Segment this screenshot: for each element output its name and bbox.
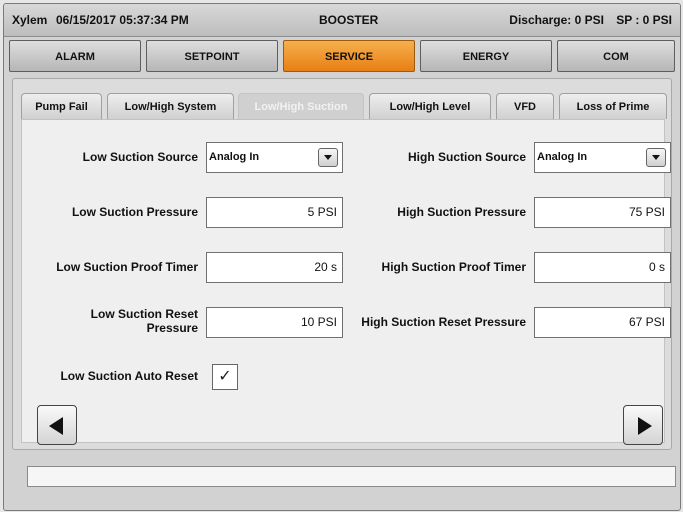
high-suction-source-select[interactable]: Analog In <box>534 142 671 173</box>
discharge-readout: Discharge: 0 PSI <box>509 13 604 27</box>
subtab-loss-of-prime[interactable]: Loss of Prime <box>559 93 667 119</box>
high-suction-proof-timer-label: High Suction Proof Timer <box>381 260 526 274</box>
high-suction-reset-pressure-label: High Suction Reset Pressure <box>361 315 526 329</box>
datetime-label: 06/15/2017 05:37:34 PM <box>56 13 189 27</box>
low-suction-proof-timer-field[interactable]: 20 s <box>206 252 343 283</box>
low-suction-auto-reset-checkbox[interactable]: ✓ <box>212 364 238 390</box>
subtab-pump-fail[interactable]: Pump Fail <box>21 93 102 119</box>
low-suction-pressure-label: Low Suction Pressure <box>71 205 198 219</box>
tab-alarm[interactable]: ALARM <box>9 40 141 72</box>
tab-service[interactable]: SERVICE <box>283 40 415 72</box>
low-suction-reset-pressure-field[interactable]: 10 PSI <box>206 307 343 338</box>
service-panel: Pump Fail Low/High System Low/High Sucti… <box>12 78 672 450</box>
left-arrow-icon[interactable] <box>37 405 77 445</box>
screen-title: BOOSTER <box>319 13 379 27</box>
high-suction-reset-pressure-field[interactable]: 67 PSI <box>534 307 671 338</box>
high-suction-source-label: High Suction Source <box>407 150 526 164</box>
high-suction-pressure-label: High Suction Pressure <box>397 205 526 219</box>
suction-settings-form: Low Suction Source Analog In High Suctio… <box>21 119 671 445</box>
right-arrow-icon[interactable] <box>623 405 663 445</box>
low-suction-auto-reset-label: Low Suction Auto Reset <box>60 369 198 383</box>
chevron-down-icon[interactable] <box>318 148 338 167</box>
low-suction-source-value: Analog In <box>209 151 260 163</box>
high-suction-pressure-field[interactable]: 75 PSI <box>534 197 671 228</box>
subtab-low-high-system[interactable]: Low/High System <box>107 93 234 119</box>
status-message-bar <box>27 466 676 487</box>
subtab-low-high-level[interactable]: Low/High Level <box>369 93 491 119</box>
low-suction-source-label: Low Suction Source <box>82 150 198 164</box>
low-suction-proof-timer-label: Low Suction Proof Timer <box>56 260 198 274</box>
low-suction-pressure-field[interactable]: 5 PSI <box>206 197 343 228</box>
tab-energy[interactable]: ENERGY <box>420 40 552 72</box>
high-suction-proof-timer-field[interactable]: 0 s <box>534 252 671 283</box>
hmi-window: Xylem 06/15/2017 05:37:34 PM BOOSTER Dis… <box>3 3 681 511</box>
chevron-down-icon[interactable] <box>646 148 666 167</box>
setpoint-readout: SP : 0 PSI <box>616 13 672 27</box>
high-suction-source-value: Analog In <box>537 151 588 163</box>
low-suction-source-select[interactable]: Analog In <box>206 142 343 173</box>
subtab-low-high-suction[interactable]: Low/High Suction <box>238 93 364 119</box>
brand-label: Xylem <box>12 13 48 27</box>
title-bar: Xylem 06/15/2017 05:37:34 PM BOOSTER Dis… <box>4 4 680 37</box>
subtab-vfd[interactable]: VFD <box>496 93 554 119</box>
low-suction-reset-pressure-label: Low Suction Reset Pressure <box>90 307 198 335</box>
tab-setpoint[interactable]: SETPOINT <box>146 40 278 72</box>
tab-com[interactable]: COM <box>557 40 675 72</box>
